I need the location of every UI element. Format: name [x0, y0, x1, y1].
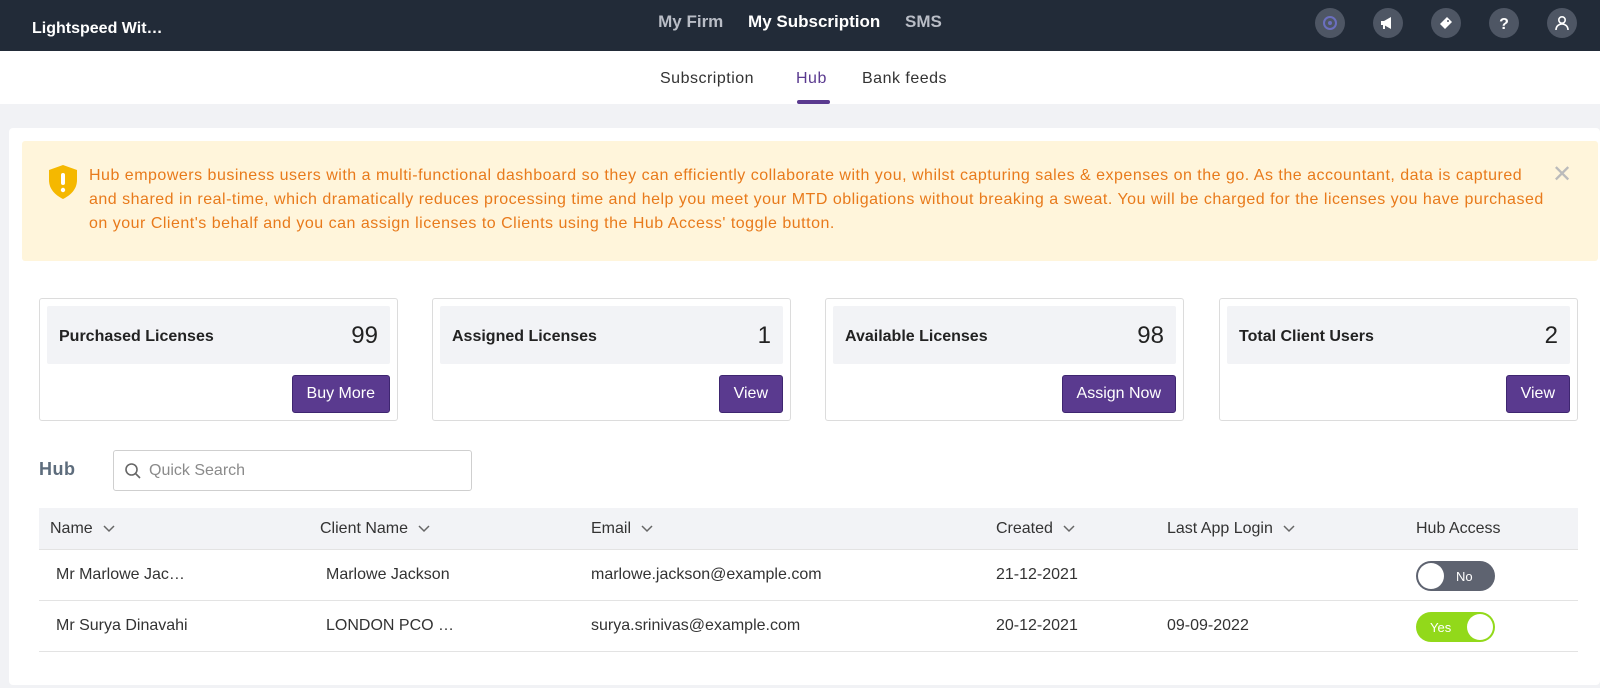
svg-text:?: ?	[1499, 16, 1509, 32]
nav-sms[interactable]: SMS	[905, 12, 942, 32]
search-input[interactable]	[149, 456, 459, 486]
card-header: Total Client Users 2	[1227, 306, 1570, 364]
section-title: Hub	[39, 459, 76, 479]
warning-shield-icon	[47, 164, 79, 205]
table-row[interactable]: Mr Marlowe Jac… Marlowe Jackson marlowe.…	[39, 550, 1578, 601]
column-header-hub-access: Hub Access	[1416, 520, 1501, 537]
cell-name: Mr Marlowe Jac…	[56, 566, 185, 583]
card-assigned-licenses: Assigned Licenses 1 View	[432, 298, 791, 421]
card-title: Purchased Licenses	[59, 328, 214, 345]
close-icon[interactable]: ✕	[1552, 163, 1572, 187]
assign-now-button[interactable]: Assign Now	[1061, 375, 1176, 413]
column-header-email[interactable]: Email	[591, 520, 653, 538]
card-value: 99	[351, 322, 378, 349]
card-available-licenses: Available Licenses 98 Assign Now	[825, 298, 1184, 421]
toggle-label: Yes	[1430, 620, 1452, 635]
column-header-name[interactable]: Name	[50, 520, 115, 538]
chevron-down-icon	[641, 525, 653, 533]
chevron-down-icon	[103, 525, 115, 533]
card-header: Available Licenses 98	[833, 306, 1176, 364]
view-client-users-button[interactable]: View	[1505, 375, 1570, 413]
cell-name: Mr Surya Dinavahi	[56, 617, 188, 634]
card-value: 1	[757, 322, 771, 349]
hub-access-toggle[interactable]: No	[1416, 561, 1495, 591]
help-icon[interactable]: ?	[1489, 8, 1519, 38]
card-header: Assigned Licenses 1	[440, 306, 783, 364]
cell-client-name: Marlowe Jackson	[326, 566, 450, 583]
cell-created: 21-12-2021	[996, 566, 1078, 583]
chevron-down-icon	[1283, 525, 1295, 533]
search-box	[113, 450, 472, 491]
card-header: Purchased Licenses 99	[47, 306, 390, 364]
toggle-label: No	[1456, 569, 1473, 584]
chevron-down-icon	[418, 525, 430, 533]
search-icon	[124, 462, 142, 485]
column-header-created[interactable]: Created	[996, 520, 1075, 538]
card-title: Assigned Licenses	[452, 328, 597, 345]
tab-subscription[interactable]: Subscription	[660, 70, 754, 88]
cell-email: marlowe.jackson@example.com	[591, 566, 822, 583]
active-tab-indicator	[797, 100, 830, 104]
column-header-client-name[interactable]: Client Name	[320, 520, 430, 538]
megaphone-icon[interactable]	[1373, 8, 1403, 38]
cell-email: surya.srinivas@example.com	[591, 617, 801, 634]
view-assigned-button[interactable]: View	[718, 375, 783, 413]
app-logo-icon[interactable]	[1315, 8, 1345, 38]
toggle-knob	[1418, 563, 1444, 589]
toggle-knob	[1467, 614, 1493, 640]
sub-tabs: Subscription Hub Bank feeds	[0, 51, 1600, 104]
buy-more-button[interactable]: Buy More	[291, 375, 390, 413]
card-total-client-users: Total Client Users 2 View	[1219, 298, 1578, 421]
card-title: Total Client Users	[1239, 328, 1374, 345]
ticket-icon[interactable]	[1431, 8, 1461, 38]
user-icon[interactable]	[1547, 8, 1577, 38]
card-value: 98	[1137, 322, 1164, 349]
nav-my-subscription[interactable]: My Subscription	[748, 12, 880, 32]
chevron-down-icon	[1063, 525, 1075, 533]
top-icons: ?	[1315, 8, 1577, 38]
cell-client-name: LONDON PCO …	[326, 617, 455, 634]
table-header: Name Client Name Email Created Last App …	[39, 508, 1578, 550]
hub-access-toggle[interactable]: Yes	[1416, 612, 1495, 642]
tab-bank-feeds[interactable]: Bank feeds	[862, 70, 947, 88]
cell-created: 20-12-2021	[996, 617, 1078, 634]
top-bar: Lightspeed Wit… My Firm My Subscription …	[0, 0, 1600, 51]
column-header-last-app-login[interactable]: Last App Login	[1167, 520, 1295, 538]
nav-my-firm[interactable]: My Firm	[658, 12, 723, 32]
table-row[interactable]: Mr Surya Dinavahi LONDON PCO … surya.sri…	[39, 601, 1578, 652]
tab-hub[interactable]: Hub	[796, 70, 827, 88]
card-purchased-licenses: Purchased Licenses 99 Buy More	[39, 298, 398, 421]
card-title: Available Licenses	[845, 328, 988, 345]
banner-message: Hub empowers business users with a multi…	[89, 167, 1544, 232]
cell-last-app-login: 09-09-2022	[1167, 617, 1249, 634]
card-value: 2	[1544, 322, 1558, 349]
